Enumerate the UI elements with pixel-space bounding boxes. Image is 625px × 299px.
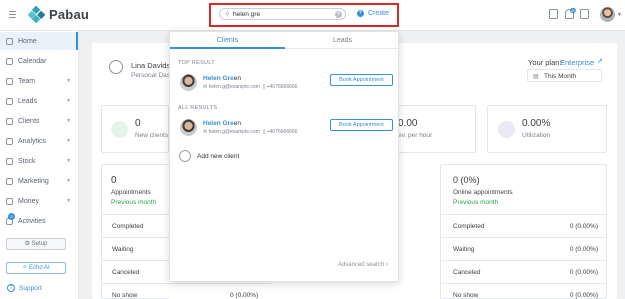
table-row: Waiting 0 (0.00%) [441,237,606,259]
chevron-down-icon: ▼ [66,178,71,184]
help-icon: ? [7,284,15,292]
setup-button[interactable]: ⚙ Setup [6,238,66,250]
chevron-down-icon[interactable]: ▼ [617,12,622,18]
book-appointment-button[interactable]: Book Appointment [330,119,393,131]
dashboard-user-name: Lina Davidso [131,61,175,70]
pabau-logo-icon [28,6,45,23]
sidebar-item-money[interactable]: Money ▼ [0,192,78,210]
top-result-heading: TOP RESULT [178,60,215,66]
clients-icon [6,117,13,125]
chevron-down-icon: ▼ [66,198,71,204]
leads-icon [6,97,13,105]
support-link[interactable]: ? Support [7,284,42,292]
chevron-down-icon: ▼ [66,138,71,144]
advanced-search-link[interactable]: Advanced search › [338,262,388,268]
add-new-client-button[interactable]: Add new client [178,150,239,162]
notification-badge: 20 [570,8,577,13]
search-result-item[interactable]: Helen Green ✉ helen.g@example.com ▯ +407… [178,118,394,142]
menu-icon[interactable] [9,11,16,20]
sidebar-item-clients[interactable]: Clients ▼ [0,112,78,130]
home-icon [6,37,13,45]
user-avatar[interactable] [600,7,615,22]
plan-value[interactable]: Enterprise [560,58,594,67]
calendar-icon [6,57,13,65]
sidebar-item-calendar[interactable]: Calendar [0,52,78,70]
app-name: Pabau [49,7,90,22]
plan-label: Your plan: [528,58,562,67]
sidebar-item-team[interactable]: Team ▼ [0,72,78,90]
all-results-heading: ALL RESULTS [178,105,218,111]
search-results-dropdown: Clients Leads TOP RESULT Helen Green ✉ h… [169,31,400,282]
analytics-icon [6,137,13,145]
top-bar: Pabau ⚲ ✕ + Create 20 ▼ [0,0,625,31]
period-selector[interactable]: This Month ▤ [527,69,602,82]
echo-ai-button[interactable]: ✧ Echo AI [6,262,66,274]
table-row: No show 0 (0.00%) [441,283,606,299]
sidebar: Home Calendar Team ▼ Leads ▼ Clients ▼ Anal… [0,31,79,299]
tab-clients[interactable]: Clients [170,32,285,49]
sidebar-item-leads[interactable]: Leads ▼ [0,92,78,110]
client-contact: ✉ helen.g@example.com ▯ +4076666666 [203,129,298,135]
client-name[interactable]: Helen Green [203,120,241,127]
gear-icon: ⚙ [24,241,32,247]
sidebar-item-stock[interactable]: Stock ▼ [0,152,78,170]
app-logo[interactable]: Pabau [28,6,89,23]
dashboard-subtitle: Personal Das [131,72,171,79]
stat-card-utilization: 0.00% Utilization [487,105,607,153]
sidebar-item-analytics[interactable]: Analytics ▼ [0,132,78,150]
external-link-icon[interactable]: ↗ [597,57,603,65]
chevron-down-icon: ▼ [66,78,71,84]
chevron-down-icon: ▼ [66,98,71,104]
new-clients-icon [111,121,128,138]
chevron-down-icon: ▼ [66,158,71,164]
stock-icon [6,157,13,165]
search-result-item[interactable]: Helen Green ✉ helen.g@example.com ▯ +407… [178,73,394,97]
sparkle-icon: ✧ [22,265,29,271]
sidebar-item-home[interactable]: Home [0,32,78,50]
chevron-down-icon: ▼ [66,118,71,124]
sidebar-item-activities[interactable]: Activities 5 [0,212,78,230]
team-icon [6,77,13,85]
tab-leads[interactable]: Leads [285,32,400,49]
calendar-icon: ▤ [533,74,539,80]
table-row: Completed 0 (0.00%) [441,214,606,236]
add-user-icon [179,150,191,162]
stat-card-new-clients: 0 New clients [101,105,169,153]
tasks-icon[interactable] [580,9,589,19]
table-row: Waiting [101,237,169,259]
calendar-icon[interactable] [549,9,558,19]
search-highlight-box [209,3,399,27]
activities-badge: 5 [8,213,15,220]
client-name[interactable]: Helen Green [203,75,241,82]
book-appointment-button[interactable]: Book Appointment [330,74,393,86]
table-row: No show 0 (0.00%) [101,283,271,299]
marketing-icon [6,177,13,185]
table-row: Completed [101,214,169,236]
client-avatar [180,119,197,136]
client-avatar [180,74,197,91]
user-icon [109,60,123,74]
period-label: This Month [544,73,577,80]
stat-card-rev-per-hour: 0.00 ev. per hour [398,105,476,153]
sidebar-item-marketing[interactable]: Marketing ▼ [0,172,78,190]
table-row: Canceled [101,260,169,282]
utilization-icon [498,121,515,138]
client-contact: ✉ helen.g@example.com ▯ +4076666666 [203,84,298,90]
money-icon [6,197,13,205]
table-row: Canceled 0 (0.00%) [441,260,606,282]
chevron-right-icon: › [386,262,388,268]
